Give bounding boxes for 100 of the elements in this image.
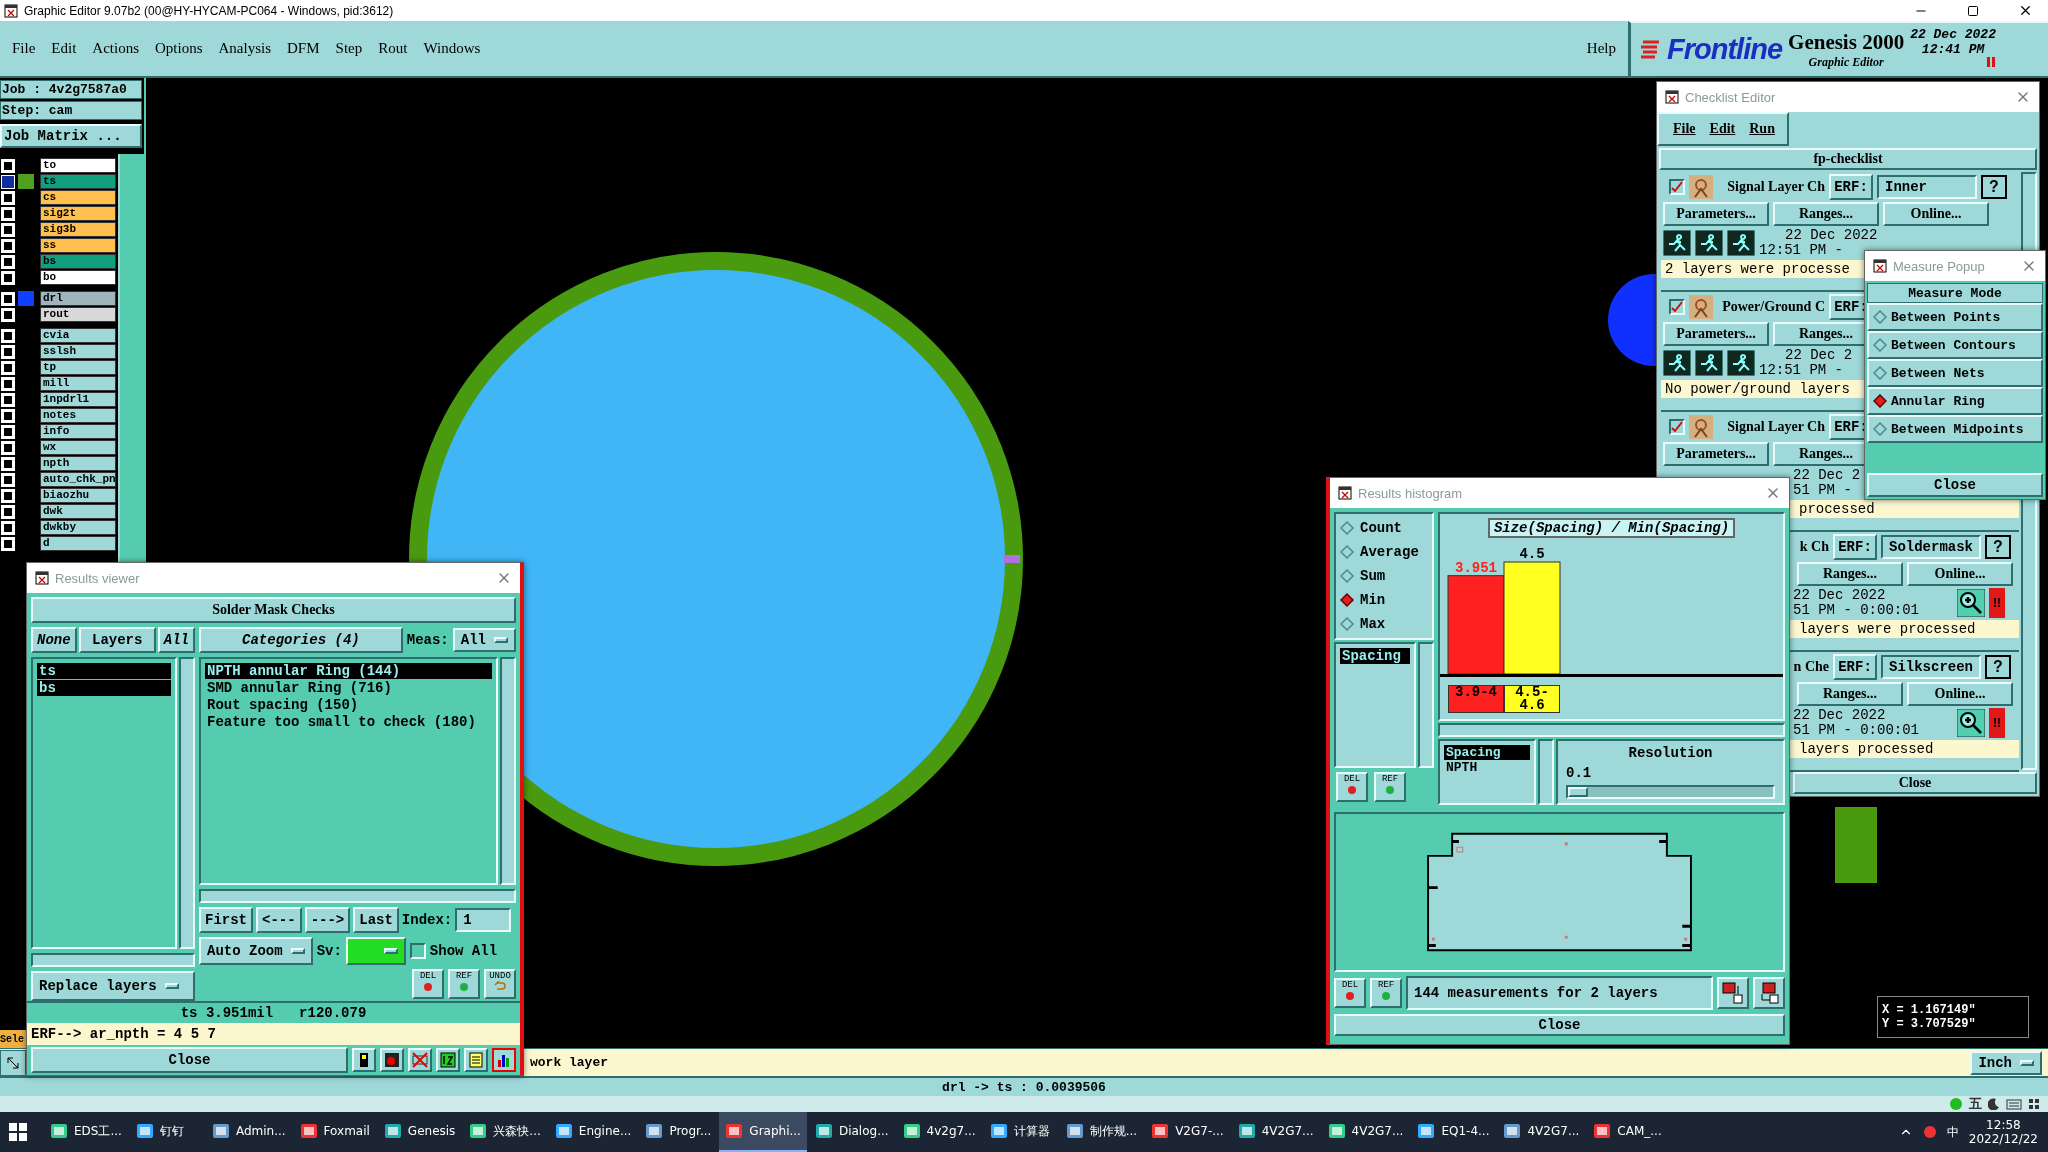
chart-tool-icon[interactable] — [492, 1048, 516, 1072]
layer-name[interactable]: ts — [40, 174, 116, 189]
replace-layers-dropdown[interactable]: Replace layers — [31, 971, 195, 1001]
runner-icon[interactable] — [1663, 350, 1691, 376]
layer-name[interactable]: cs — [40, 190, 116, 205]
taskbar-item[interactable]: Admin... — [205, 1112, 292, 1152]
layer-name[interactable]: tp — [40, 360, 116, 375]
record-tool-icon[interactable] — [380, 1048, 404, 1072]
layer-name[interactable]: sig3b — [40, 222, 116, 237]
measure-mode-option[interactable]: Between Nets — [1867, 359, 2043, 387]
taskbar-item[interactable]: 钉钉 — [129, 1112, 204, 1152]
tool-button[interactable]: UNDO — [484, 969, 516, 999]
taskbar-item[interactable]: Foxmail — [293, 1112, 376, 1152]
radio-button[interactable] — [1873, 338, 1887, 352]
radio-button[interactable] — [1873, 422, 1887, 436]
erf-field[interactable]: Silkscreen — [1881, 655, 1981, 679]
resize-icon[interactable] — [0, 1049, 26, 1076]
layer-name[interactable]: 1npdrl1 — [40, 392, 116, 407]
radio-button[interactable] — [1340, 569, 1354, 583]
document-tool-icon[interactable] — [464, 1048, 488, 1072]
navigation-button[interactable]: <--- — [256, 907, 302, 933]
taskbar-item[interactable]: 计算器 — [983, 1112, 1058, 1152]
start-icon[interactable] — [8, 1122, 28, 1142]
taskbar-item[interactable]: Genesis — [377, 1112, 462, 1152]
taskbar-item[interactable]: V2G7-... — [1145, 1112, 1230, 1152]
checkbox[interactable] — [1669, 299, 1685, 315]
units-dropdown[interactable]: Inch — [1970, 1050, 2042, 1075]
check-action-button[interactable]: Parameters... — [1663, 202, 1769, 226]
layer-name[interactable]: ss — [40, 238, 116, 253]
layer-checkbox[interactable] — [2, 175, 14, 188]
zoom-icon[interactable] — [1957, 709, 1986, 737]
index-field[interactable]: 1 — [455, 908, 512, 932]
taskbar-item[interactable]: 4V2G7... — [1321, 1112, 1410, 1152]
help-button[interactable]: ? — [1985, 535, 2011, 559]
layer-name[interactable]: sig2t — [40, 206, 116, 221]
radio-button[interactable] — [1873, 394, 1887, 408]
layer-name[interactable]: bs — [40, 254, 116, 269]
tile-tool-icon[interactable] — [436, 1048, 460, 1072]
scrollbar[interactable] — [179, 657, 195, 949]
menu-item[interactable]: Windows — [417, 38, 487, 59]
menu-item[interactable]: File — [1673, 121, 1696, 137]
meas-dropdown[interactable]: All — [452, 628, 516, 652]
scrollbar[interactable] — [1538, 739, 1554, 805]
taskbar-item[interactable]: EQ1-4... — [1411, 1112, 1496, 1152]
taskbar-item[interactable]: Progr... — [639, 1112, 718, 1152]
runner-icon[interactable] — [1727, 350, 1755, 376]
layer-name[interactable]: d — [40, 536, 116, 551]
close-button[interactable]: Close — [1867, 473, 2043, 497]
layer-name[interactable]: sslsh — [40, 344, 116, 359]
runner-icon[interactable] — [1695, 230, 1723, 256]
layer-list-item[interactable]: ts — [37, 663, 171, 679]
erf-button[interactable]: ERF: — [1833, 654, 1877, 680]
tool-button[interactable]: DEL — [1334, 978, 1366, 1008]
layer-name[interactable]: rout — [40, 307, 116, 322]
menu-item[interactable]: Edit — [45, 38, 83, 59]
scrollbar[interactable] — [1438, 723, 1785, 737]
erf-button[interactable]: ERF: — [1833, 534, 1877, 560]
resolution-slider[interactable] — [1566, 785, 1775, 799]
field-list-item[interactable]: NPTH — [1444, 760, 1530, 775]
field-list-item[interactable]: Spacing — [1444, 745, 1530, 760]
taskbar-item[interactable]: CAM_... — [1587, 1112, 1668, 1152]
check-action-button[interactable]: Online... — [1883, 202, 1989, 226]
layer-name[interactable]: wx — [40, 440, 116, 455]
tool-button[interactable]: DEL — [412, 969, 444, 999]
radio-button[interactable] — [1873, 310, 1887, 324]
radio-button[interactable] — [1340, 545, 1354, 559]
layer-name[interactable]: dwkby — [40, 520, 116, 535]
layer-name[interactable]: to — [40, 158, 116, 173]
help-button[interactable]: ? — [1981, 175, 2007, 199]
taskbar-item[interactable]: 4v2g7... — [896, 1112, 982, 1152]
layer-name[interactable]: mill — [40, 376, 116, 391]
filter-button[interactable]: None — [31, 627, 77, 653]
taskbar-item[interactable]: Graphi... — [719, 1112, 807, 1152]
sv-dropdown[interactable] — [345, 937, 406, 965]
erf-field[interactable]: Soldermask — [1881, 535, 1981, 559]
radio-button[interactable] — [1340, 593, 1354, 607]
layer-list-item[interactable]: bs — [37, 680, 171, 696]
category-list-item[interactable]: NPTH annular Ring (144) — [205, 663, 492, 679]
radio-button[interactable] — [1340, 617, 1354, 631]
measure-mode-option[interactable]: Between Midpoints — [1867, 415, 2043, 443]
close-button[interactable]: Close — [1334, 1014, 1785, 1036]
check-action-button[interactable]: Online... — [1907, 562, 2013, 586]
runner-icon[interactable] — [1663, 230, 1691, 256]
help-button[interactable]: ? — [1985, 655, 2011, 679]
measure-mode-option[interactable]: Annular Ring — [1867, 387, 2043, 415]
check-action-button[interactable]: Parameters... — [1663, 322, 1769, 346]
menu-item[interactable]: File — [6, 38, 42, 59]
menu-item[interactable]: Edit — [1709, 121, 1736, 137]
checkbox[interactable] — [409, 943, 426, 959]
layer-name[interactable]: cvia — [40, 328, 116, 343]
figure-tool-icon[interactable] — [352, 1048, 376, 1072]
runner-icon[interactable] — [1727, 230, 1755, 256]
histogram-export-icon[interactable] — [1717, 977, 1749, 1009]
zoom-mode-dropdown[interactable]: Auto Zoom — [199, 937, 313, 965]
taskbar-item[interactable]: 4V2G7... — [1497, 1112, 1586, 1152]
scrollbar[interactable] — [1418, 642, 1434, 768]
check-action-button[interactable]: Ranges... — [1797, 562, 1903, 586]
maximize-icon[interactable] — [1967, 4, 1979, 17]
checkbox[interactable] — [1669, 419, 1685, 435]
menu-item[interactable]: Actions — [86, 38, 145, 59]
